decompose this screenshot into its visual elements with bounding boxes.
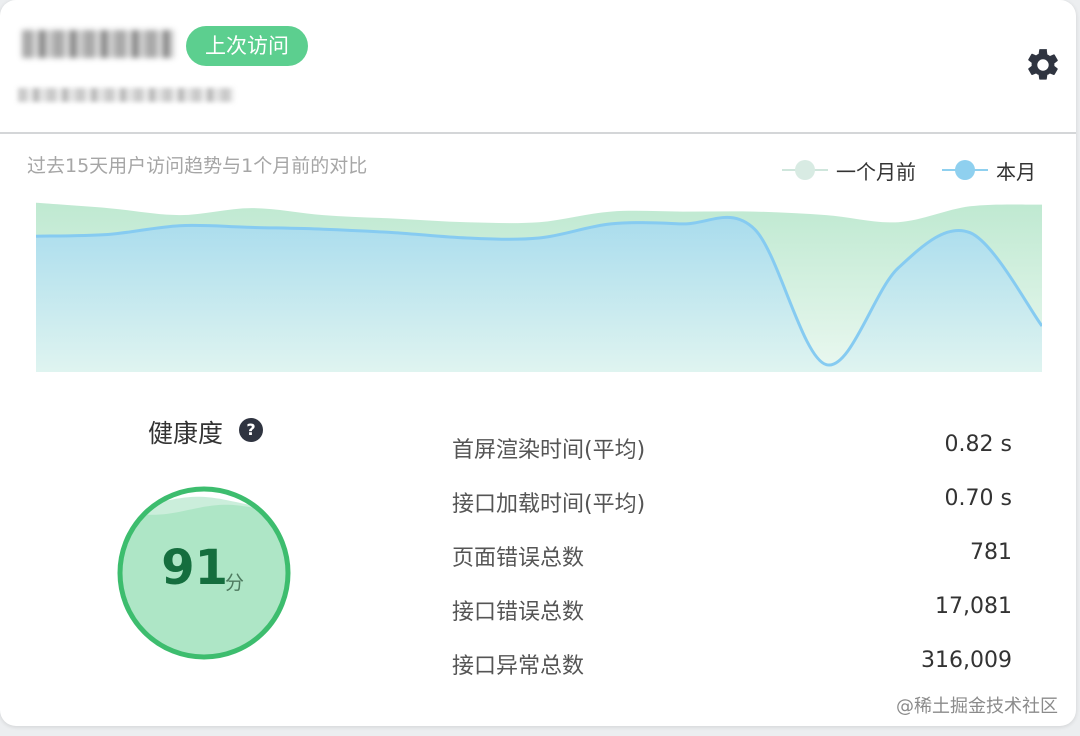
health-score: 91 bbox=[161, 540, 228, 596]
legend-item-prev-month[interactable]: 一个月前 bbox=[782, 156, 916, 184]
metric-label-api-load: 接口加载时间(平均) bbox=[452, 492, 646, 517]
visit-trend-chart bbox=[36, 202, 1042, 372]
metric-label-first-screen: 首屏渲染时间(平均) bbox=[452, 438, 646, 463]
metric-value-page-errors: 781 bbox=[970, 540, 1012, 565]
last-visit-badge[interactable]: 上次访问 bbox=[186, 26, 308, 66]
site-url-redacted bbox=[18, 88, 234, 102]
question-icon[interactable]: ? bbox=[239, 418, 263, 442]
card-header: 上次访问 bbox=[0, 0, 1076, 132]
header-divider bbox=[0, 132, 1076, 134]
metric-value-api-load: 0.70 s bbox=[944, 486, 1012, 511]
legend-swatch-icon bbox=[782, 160, 828, 180]
site-card: 上次访问 过去15天用户访问趋势与1个月前的对比 一个月前 本月 健康度 ? 9… bbox=[0, 0, 1076, 726]
legend-item-this-month[interactable]: 本月 bbox=[942, 156, 1036, 184]
trend-caption: 过去15天用户访问趋势与1个月前的对比 bbox=[27, 155, 368, 177]
health-score-unit: 分 bbox=[225, 572, 245, 594]
gear-icon[interactable] bbox=[1024, 46, 1062, 84]
legend-label: 本月 bbox=[996, 159, 1036, 184]
metric-value-first-screen: 0.82 s bbox=[944, 432, 1012, 457]
watermark: @稀土掘金技术社区 bbox=[896, 696, 1058, 717]
legend-label: 一个月前 bbox=[836, 159, 916, 184]
metric-label-page-errors: 页面错误总数 bbox=[452, 546, 585, 571]
legend-swatch-icon bbox=[942, 160, 988, 180]
metric-value-api-errors: 17,081 bbox=[935, 594, 1012, 619]
metric-label-api-exceptions: 接口异常总数 bbox=[452, 654, 585, 679]
metric-label-api-errors: 接口错误总数 bbox=[452, 600, 585, 625]
health-title: 健康度 bbox=[148, 419, 224, 448]
metric-value-api-exceptions: 316,009 bbox=[921, 648, 1012, 673]
site-name-redacted bbox=[22, 30, 174, 58]
